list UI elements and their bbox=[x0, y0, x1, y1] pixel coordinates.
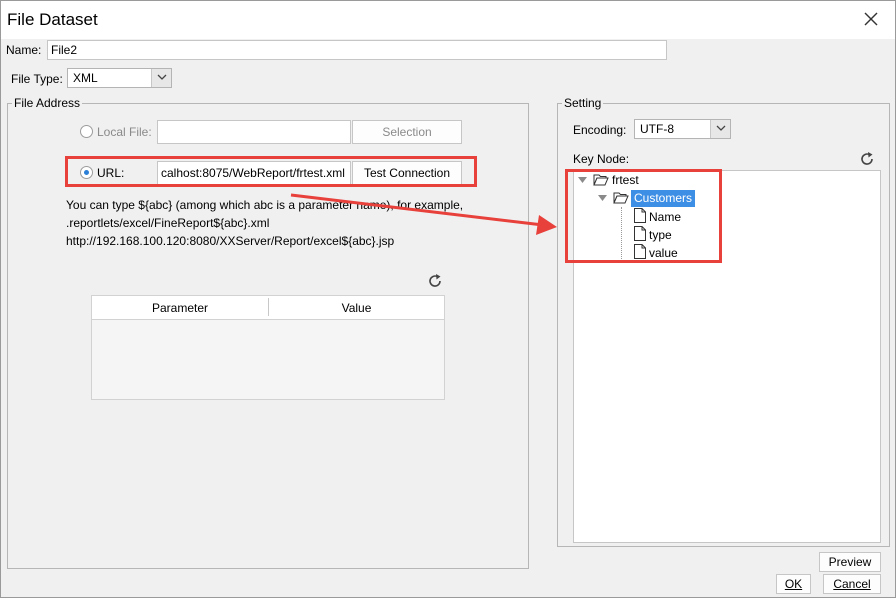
cancel-button[interactable]: Cancel bbox=[823, 574, 881, 594]
local-file-label: Local File: bbox=[97, 125, 152, 139]
dialog-title: File Dataset bbox=[7, 10, 98, 29]
parameter-table: Parameter Value bbox=[91, 295, 445, 400]
tree-highlight-box bbox=[565, 169, 722, 263]
chevron-down-icon bbox=[716, 125, 726, 131]
refresh-icon[interactable] bbox=[859, 151, 875, 167]
preview-button[interactable]: Preview bbox=[819, 552, 881, 572]
file-address-legend: File Address bbox=[12, 96, 83, 110]
local-file-field[interactable] bbox=[157, 120, 351, 144]
file-type-label: File Type: bbox=[11, 72, 63, 86]
setting-legend: Setting bbox=[562, 96, 604, 110]
key-node-label: Key Node: bbox=[573, 152, 630, 166]
chevron-down-icon bbox=[157, 74, 167, 80]
encoding-label: Encoding: bbox=[573, 123, 627, 137]
close-icon[interactable] bbox=[859, 7, 883, 31]
encoding-dropdown[interactable] bbox=[710, 120, 730, 138]
local-file-radio[interactable] bbox=[80, 125, 93, 138]
file-type-value: XML bbox=[73, 71, 98, 85]
file-type-select[interactable]: XML bbox=[67, 68, 172, 88]
hint-line-2: .reportlets/excel/FineReport${abc}.xml bbox=[66, 216, 270, 230]
parameter-table-header: Parameter Value bbox=[92, 296, 444, 320]
annotation-arrow-icon bbox=[290, 193, 557, 235]
refresh-icon[interactable] bbox=[427, 273, 443, 289]
selection-button[interactable]: Selection bbox=[352, 120, 462, 144]
name-field[interactable]: File2 bbox=[47, 40, 667, 60]
column-header-value: Value bbox=[341, 301, 372, 315]
file-dataset-dialog: File Dataset Name: File2 File Type: XML … bbox=[0, 0, 896, 598]
encoding-select[interactable]: UTF-8 bbox=[634, 119, 731, 139]
title-bar: File Dataset bbox=[1, 1, 895, 39]
name-label: Name: bbox=[6, 43, 42, 57]
ok-button[interactable]: OK bbox=[776, 574, 811, 594]
file-type-dropdown[interactable] bbox=[151, 69, 171, 87]
column-header-parameter: Parameter bbox=[151, 301, 209, 315]
encoding-value: UTF-8 bbox=[640, 122, 674, 136]
